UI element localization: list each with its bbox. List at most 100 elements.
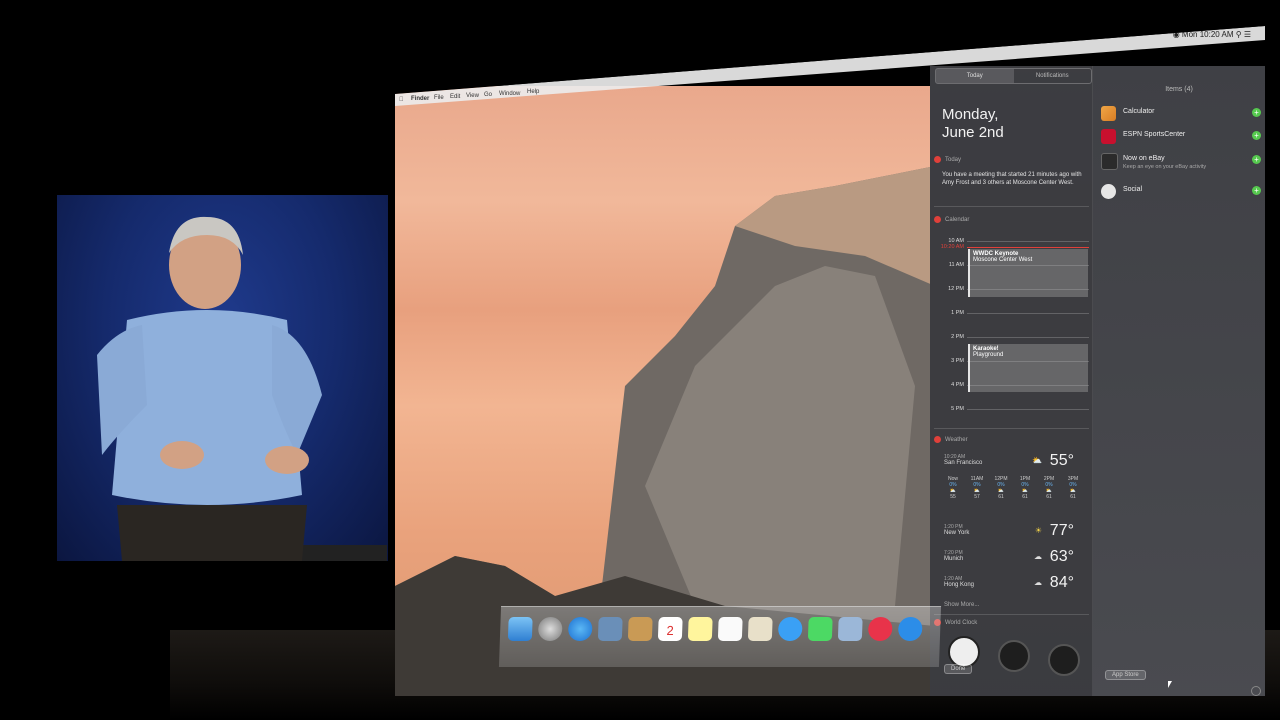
add-widget-button[interactable]: + <box>1252 155 1261 164</box>
add-widget-button[interactable]: + <box>1252 186 1261 195</box>
finder-icon[interactable] <box>507 617 533 641</box>
safari-icon[interactable] <box>567 617 593 641</box>
photos-icon[interactable] <box>837 617 863 641</box>
app-store-icon[interactable] <box>897 617 923 641</box>
volume-icon[interactable]: ◉ <box>1173 30 1180 39</box>
item-label: Social <box>1123 186 1143 193</box>
tab-today[interactable]: Today <box>936 69 1014 83</box>
event-location: Moscone Center West <box>973 257 1033 263</box>
world-clock-section-header: World Clock <box>934 619 1089 626</box>
weather-city-row[interactable]: 1:20 AM Hong Kong ☁ 84° <box>944 574 1084 591</box>
mail-icon[interactable] <box>597 617 623 641</box>
calculator-icon <box>1101 106 1116 121</box>
calendar-section-title: Calendar <box>945 216 970 223</box>
ebay-icon <box>1101 153 1118 170</box>
calendar-event-wwdc[interactable]: WWDC Keynote Moscone Center West <box>968 249 1088 297</box>
maps-icon[interactable] <box>747 617 773 641</box>
item-label: Now on eBay <box>1123 155 1165 162</box>
launchpad-icon[interactable] <box>537 617 563 641</box>
world-clock-section-title: World Clock <box>945 619 978 626</box>
forecast-temp: 61 <box>1046 494 1052 500</box>
weather-city-row[interactable]: 1:20 PM New York ☀ 77° <box>944 522 1084 539</box>
clock-text[interactable]: Mon 10:20 AM <box>1182 30 1234 39</box>
forecast-hour: Now 0% ⛅ 55 <box>942 476 964 500</box>
app-store-button[interactable]: App Store <box>1105 670 1146 680</box>
widget-item-espn[interactable]: ESPN SportsCenter + <box>1101 129 1261 147</box>
yosemite-mountain <box>395 166 935 696</box>
weather-city-row[interactable]: 7:20 PM Munich ☁ 63° <box>944 548 1084 565</box>
forecast-temp: 61 <box>998 494 1004 500</box>
notification-center-icon[interactable]: ☰ <box>1244 30 1251 39</box>
menu-file[interactable]: File <box>434 95 444 101</box>
calendar-hour-10am: 10 AM <box>948 238 964 244</box>
today-panel: Today Notifications Monday, June 2nd Tod… <box>930 66 1093 696</box>
mac-screen:  Finder File Edit View Go Window Help ◉… <box>395 26 1265 696</box>
menu-view[interactable]: View <box>466 93 479 99</box>
add-widget-button[interactable]: + <box>1252 131 1261 140</box>
tab-notifications[interactable]: Notifications <box>1014 69 1092 83</box>
widget-item-ebay[interactable]: Now on eBay Keep an eye on your eBay act… <box>1101 153 1261 177</box>
add-widget-button[interactable]: + <box>1252 108 1261 117</box>
weather-section-title: Weather <box>945 436 968 443</box>
divider <box>934 206 1089 207</box>
city-temp: 77° <box>1049 522 1074 539</box>
calendar-hour-3pm: 3 PM <box>951 358 964 364</box>
widget-item-social[interactable]: Social + <box>1101 184 1261 202</box>
cloud-icon: ☁ <box>1034 552 1042 561</box>
date-day: June 2nd <box>942 124 1004 141</box>
divider <box>934 428 1089 429</box>
calendar-hour-12pm: 12 PM <box>948 286 964 292</box>
facetime-icon[interactable] <box>807 617 833 641</box>
calendar-gridline <box>967 337 1089 338</box>
menu-window[interactable]: Window <box>499 91 520 97</box>
presenter-figure <box>97 216 387 561</box>
spotlight-icon[interactable]: ⚲ <box>1236 30 1242 39</box>
city-temp: 63° <box>1049 548 1074 565</box>
done-button[interactable]: Done <box>944 664 973 674</box>
notes-icon[interactable] <box>687 617 713 641</box>
today-summary: You have a meeting that started 21 minut… <box>942 172 1082 186</box>
calendar-event-karaoke[interactable]: Karaoke! Playground <box>968 344 1088 392</box>
world-clock-face <box>1048 644 1080 676</box>
social-icon <box>1101 184 1116 199</box>
calendar-icon[interactable]: 2 <box>657 617 683 641</box>
dock: 2 <box>498 606 942 667</box>
calendar-gridline <box>967 313 1089 314</box>
itunes-icon[interactable] <box>867 617 893 641</box>
settings-icon[interactable] <box>1251 686 1261 696</box>
forecast-hour: 12PM 0% ⛅ 61 <box>990 476 1012 500</box>
weather-main-row[interactable]: 10:20 AM San Francisco 55° ⛅ <box>944 452 1084 469</box>
calendar-hour-5pm: 5 PM <box>951 406 964 412</box>
menu-go[interactable]: Go <box>484 92 492 98</box>
menu-edit[interactable]: Edit <box>450 94 460 100</box>
weather-widget-icon <box>934 436 941 443</box>
contacts-icon[interactable] <box>627 617 653 641</box>
city-temp: 84° <box>1049 574 1074 591</box>
calendar-now-indicator <box>967 247 1089 248</box>
item-description: Keep an eye on your eBay activity <box>1123 164 1207 170</box>
calendar-gridline <box>967 241 1089 242</box>
messages-icon[interactable] <box>777 617 803 641</box>
item-label: ESPN SportsCenter <box>1123 131 1186 138</box>
menu-finder[interactable]: Finder <box>411 96 429 102</box>
apple-menu-icon[interactable]:  <box>399 97 404 103</box>
menu-help[interactable]: Help <box>527 89 539 95</box>
today-widget-icon <box>934 156 941 163</box>
today-section-header: Today <box>934 156 1089 163</box>
calendar-widget-icon <box>934 216 941 223</box>
forecast-temp: 61 <box>1022 494 1028 500</box>
widget-item-calculator[interactable]: Calculator + <box>1101 106 1261 124</box>
items-panel-title: Items (4) <box>1165 86 1193 93</box>
calendar-gridline <box>967 409 1089 410</box>
calendar-hour-1pm: 1 PM <box>951 310 964 316</box>
event-location: Playground <box>973 352 1004 358</box>
forecast-hour: 11AM 0% ⛅ 57 <box>966 476 988 500</box>
reminders-icon[interactable] <box>717 617 743 641</box>
calendar-hour-4pm: 4 PM <box>951 382 964 388</box>
show-more-link[interactable]: Show More... <box>944 602 979 608</box>
forecast-hour: 1PM 0% ⛅ 61 <box>1014 476 1036 500</box>
nc-tabs: Today Notifications <box>935 68 1092 84</box>
item-label: Calculator <box>1123 108 1155 115</box>
presenter-video <box>57 195 388 561</box>
cloud-icon: ☁ <box>1034 578 1042 587</box>
